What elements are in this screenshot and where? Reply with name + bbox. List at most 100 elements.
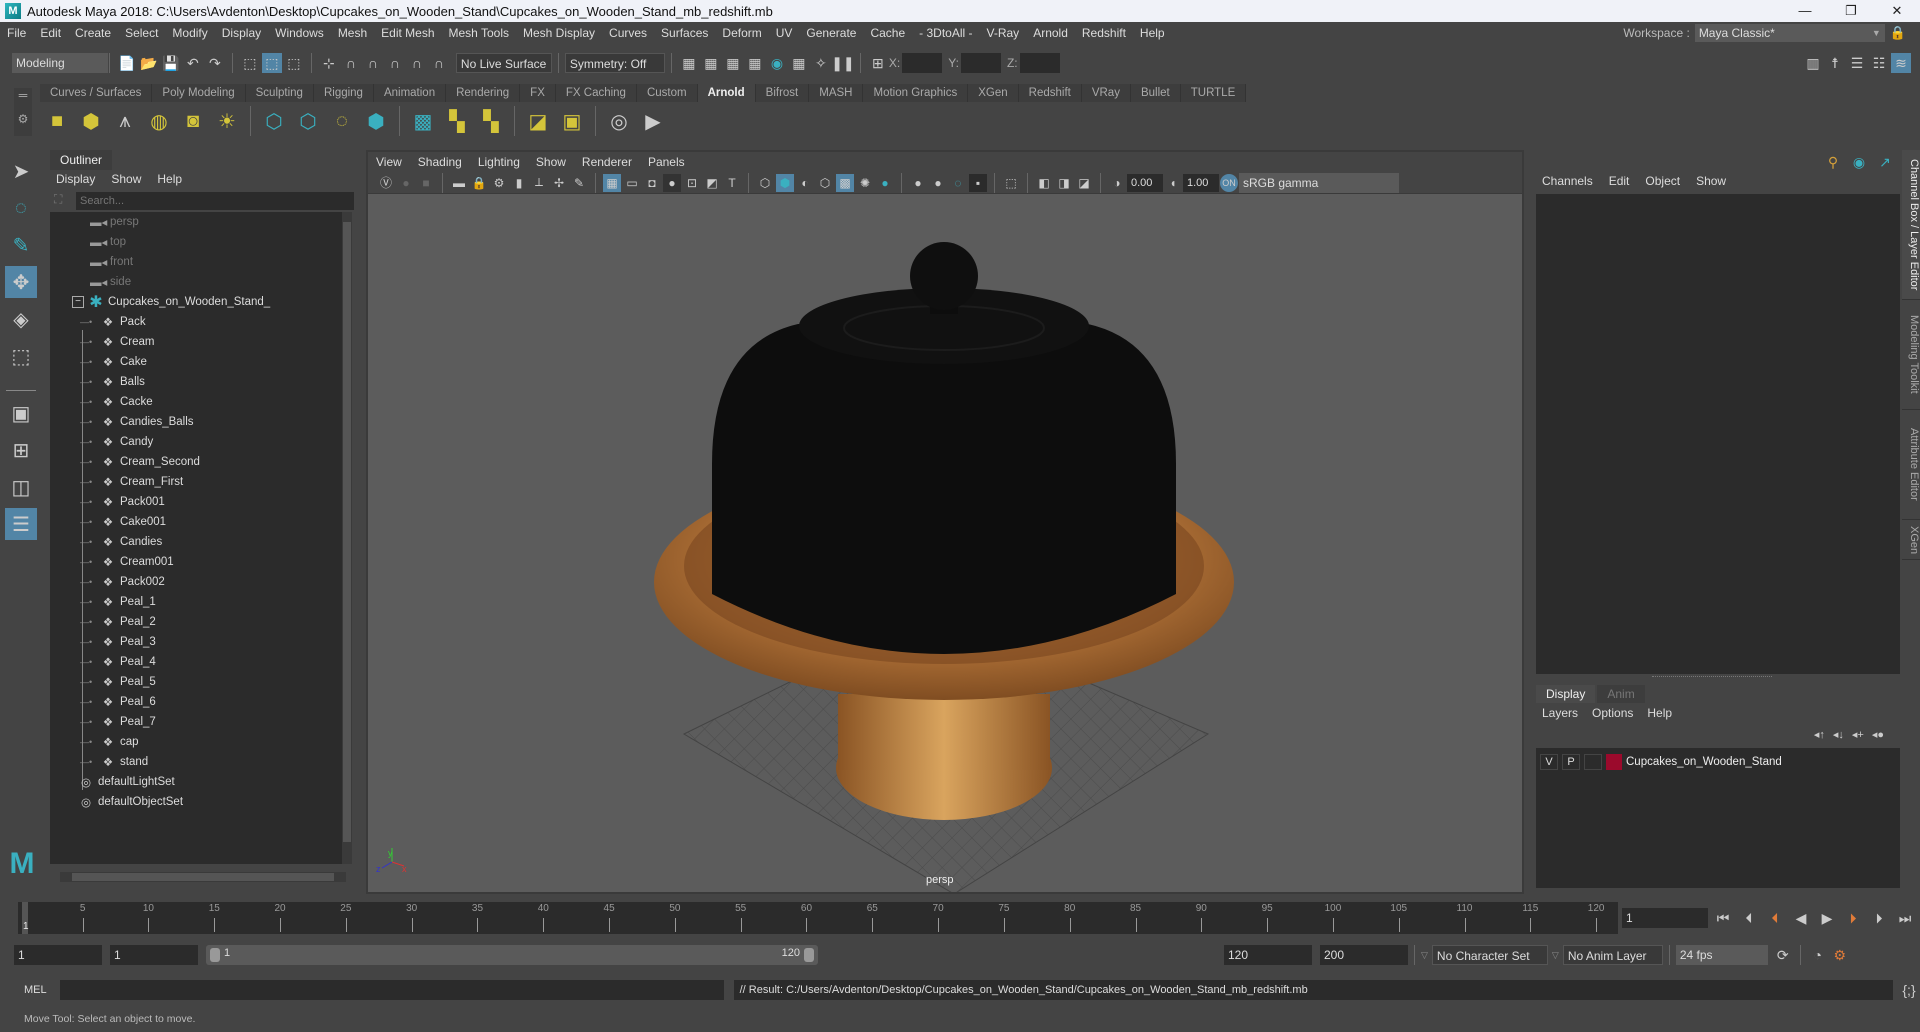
- menu-mesh[interactable]: Mesh: [331, 26, 374, 40]
- layer-display-type-toggle[interactable]: [1584, 754, 1602, 770]
- redo-icon[interactable]: ↷: [205, 53, 225, 73]
- step-back-key-icon[interactable]: ⏴: [1765, 908, 1785, 928]
- play-forwards-icon[interactable]: ▶: [1817, 908, 1837, 928]
- outliner-horizontal-scrollbar[interactable]: [60, 872, 346, 882]
- menu-3dtoall[interactable]: - 3DtoAll -: [912, 26, 979, 40]
- depth-of-field-icon[interactable]: ▪: [969, 173, 987, 192]
- select-camera-icon[interactable]: Ⓥ: [377, 174, 395, 192]
- shelf-tab-arnold[interactable]: Arnold: [697, 84, 756, 102]
- area-light-icon[interactable]: ■: [43, 107, 71, 135]
- outliner-item[interactable]: —• ❖ Cake: [50, 352, 346, 372]
- outliner-item[interactable]: —• ❖ Peal_7: [50, 712, 346, 732]
- save-scene-icon[interactable]: 💾: [161, 53, 181, 73]
- physical-sky-icon[interactable]: ☀: [213, 107, 241, 135]
- viewport-menu-panels[interactable]: Panels: [640, 155, 693, 169]
- filter-icon[interactable]: ⛶: [54, 192, 62, 207]
- textured-icon[interactable]: ▩: [836, 173, 854, 192]
- channel-show-menu[interactable]: Show: [1696, 174, 1726, 188]
- bookmarks-icon[interactable]: ■: [417, 174, 435, 192]
- select-component-icon[interactable]: ⬚: [284, 53, 304, 73]
- scene-start-field[interactable]: 1: [14, 945, 102, 965]
- fps-dropdown[interactable]: 24 fps: [1675, 945, 1768, 965]
- layer-help-menu[interactable]: Help: [1647, 706, 1672, 720]
- shelf-handle[interactable]: ═ ⚙: [14, 88, 32, 136]
- shelf-tab-fx-caching[interactable]: FX Caching: [555, 84, 637, 102]
- open-scene-icon[interactable]: 📂: [139, 53, 159, 73]
- anim-preferences-icon[interactable]: ⚙: [1830, 945, 1850, 965]
- splitter-handle[interactable]: [1652, 676, 1772, 680]
- menu-create[interactable]: Create: [68, 26, 118, 40]
- viewport-menu-lighting[interactable]: Lighting: [470, 155, 528, 169]
- range-slider[interactable]: 1 120: [206, 945, 818, 965]
- screen-space-ao-icon[interactable]: ●: [909, 174, 927, 192]
- viewport-scene[interactable]: [368, 194, 1522, 892]
- layer-tab-display[interactable]: Display: [1536, 685, 1596, 703]
- layer-row[interactable]: V P Cupcakes_on_Wooden_Stand: [1536, 748, 1900, 776]
- camera-lock-icon[interactable]: 🔒: [470, 174, 488, 192]
- flush-texture-icon[interactable]: ▣: [558, 107, 586, 135]
- gamma-field[interactable]: 1.00: [1183, 173, 1219, 192]
- xray-icon[interactable]: ◧: [1035, 174, 1053, 192]
- channel-box-speed-icon[interactable]: ◉: [1849, 152, 1869, 172]
- outliner-item[interactable]: —• ❖ Cream_First: [50, 472, 346, 492]
- outliner-item[interactable]: —• ❖ stand: [50, 752, 346, 772]
- snap-live-icon[interactable]: ∩: [429, 53, 449, 73]
- default-material-icon[interactable]: ◐: [796, 174, 814, 192]
- outliner-item[interactable]: —• ❖ Pack002: [50, 572, 346, 592]
- shelf-tab-rendering[interactable]: Rendering: [446, 84, 521, 102]
- move-tool-icon[interactable]: ✥: [5, 266, 37, 298]
- y-field[interactable]: [960, 53, 1001, 73]
- move-layer-up-icon[interactable]: ◂↑: [1814, 728, 1825, 741]
- minimize-button[interactable]: —: [1782, 0, 1828, 22]
- viewport-menu-show[interactable]: Show: [528, 155, 574, 169]
- step-forward-frame-icon[interactable]: ⏵: [1869, 908, 1889, 928]
- outliner-item-top[interactable]: ▬◂ top: [50, 232, 346, 252]
- update-tx-icon[interactable]: ▚: [443, 107, 471, 135]
- range-start-handle[interactable]: [210, 948, 220, 962]
- current-frame-field[interactable]: 1: [1622, 908, 1708, 928]
- outliner-item[interactable]: —• ❖ Peal_1: [50, 592, 346, 612]
- light-portal-icon[interactable]: ◙: [179, 107, 207, 135]
- render-setup-icon[interactable]: ▦: [789, 53, 809, 73]
- script-editor-icon[interactable]: {;}: [1899, 980, 1919, 1000]
- shelf-tab-bullet[interactable]: Bullet: [1130, 84, 1181, 102]
- outliner-item[interactable]: —• ❖ cap: [50, 732, 346, 752]
- select-tool-icon[interactable]: ➤: [5, 155, 37, 187]
- shelf-menu-icon[interactable]: ═: [14, 88, 32, 102]
- export-standin-icon[interactable]: ⬡: [294, 107, 322, 135]
- smooth-shade-icon[interactable]: ⬢: [776, 173, 794, 192]
- outliner-layout-icon[interactable]: ☰: [5, 508, 37, 540]
- layer-color-swatch[interactable]: [1606, 754, 1622, 770]
- new-scene-icon[interactable]: 📄: [117, 53, 137, 73]
- safe-action-icon[interactable]: ◩: [703, 174, 721, 192]
- tx-manager-icon[interactable]: ▩: [409, 107, 437, 135]
- menu-edit-mesh[interactable]: Edit Mesh: [374, 26, 441, 40]
- menu-curves[interactable]: Curves: [602, 26, 654, 40]
- snap-curve-icon[interactable]: ∩: [341, 53, 361, 73]
- scene-end-field[interactable]: 200: [1320, 945, 1408, 965]
- exposure-icon[interactable]: ◑: [1108, 174, 1126, 192]
- render-view-icon[interactable]: ▦: [679, 53, 699, 73]
- transform-constraint-icon[interactable]: ⊞: [868, 53, 888, 73]
- new-layer-icon[interactable]: ◂+: [1852, 728, 1864, 741]
- range-end-handle[interactable]: [804, 948, 814, 962]
- menu-redshift[interactable]: Redshift: [1075, 26, 1133, 40]
- menu-surfaces[interactable]: Surfaces: [654, 26, 715, 40]
- channel-edit-menu[interactable]: Edit: [1609, 174, 1630, 188]
- menu-set-dropdown[interactable]: Modeling: [12, 53, 108, 73]
- create-standin-icon[interactable]: ⬡: [260, 107, 288, 135]
- outliner-menu-display[interactable]: Display: [56, 172, 95, 186]
- film-gate-icon[interactable]: ⚙: [490, 174, 508, 192]
- use-all-lights-icon[interactable]: ✺: [856, 174, 874, 192]
- outliner-item[interactable]: —• ❖ Cream001: [50, 552, 346, 572]
- lock-camera-icon[interactable]: ▬: [450, 174, 468, 192]
- layer-tab-anim[interactable]: Anim: [1597, 685, 1645, 703]
- outliner-item-root[interactable]: − ✱ Cupcakes_on_Wooden_Stand_: [50, 292, 346, 312]
- close-button[interactable]: ✕: [1874, 0, 1920, 22]
- ipr-render-icon[interactable]: ▦: [723, 53, 743, 73]
- time-slider[interactable]: 1 5 10 15 20 25 30 35 40 45 50 55 60 65 70 75 80 85 90 95 1…: [18, 902, 1618, 934]
- flush-background-icon[interactable]: ◪: [524, 107, 552, 135]
- outliner-item-default-light-set[interactable]: ◎ defaultLightSet: [50, 772, 346, 792]
- delete-tx-icon[interactable]: ▚: [477, 107, 505, 135]
- menu-vray[interactable]: V-Ray: [980, 26, 1027, 40]
